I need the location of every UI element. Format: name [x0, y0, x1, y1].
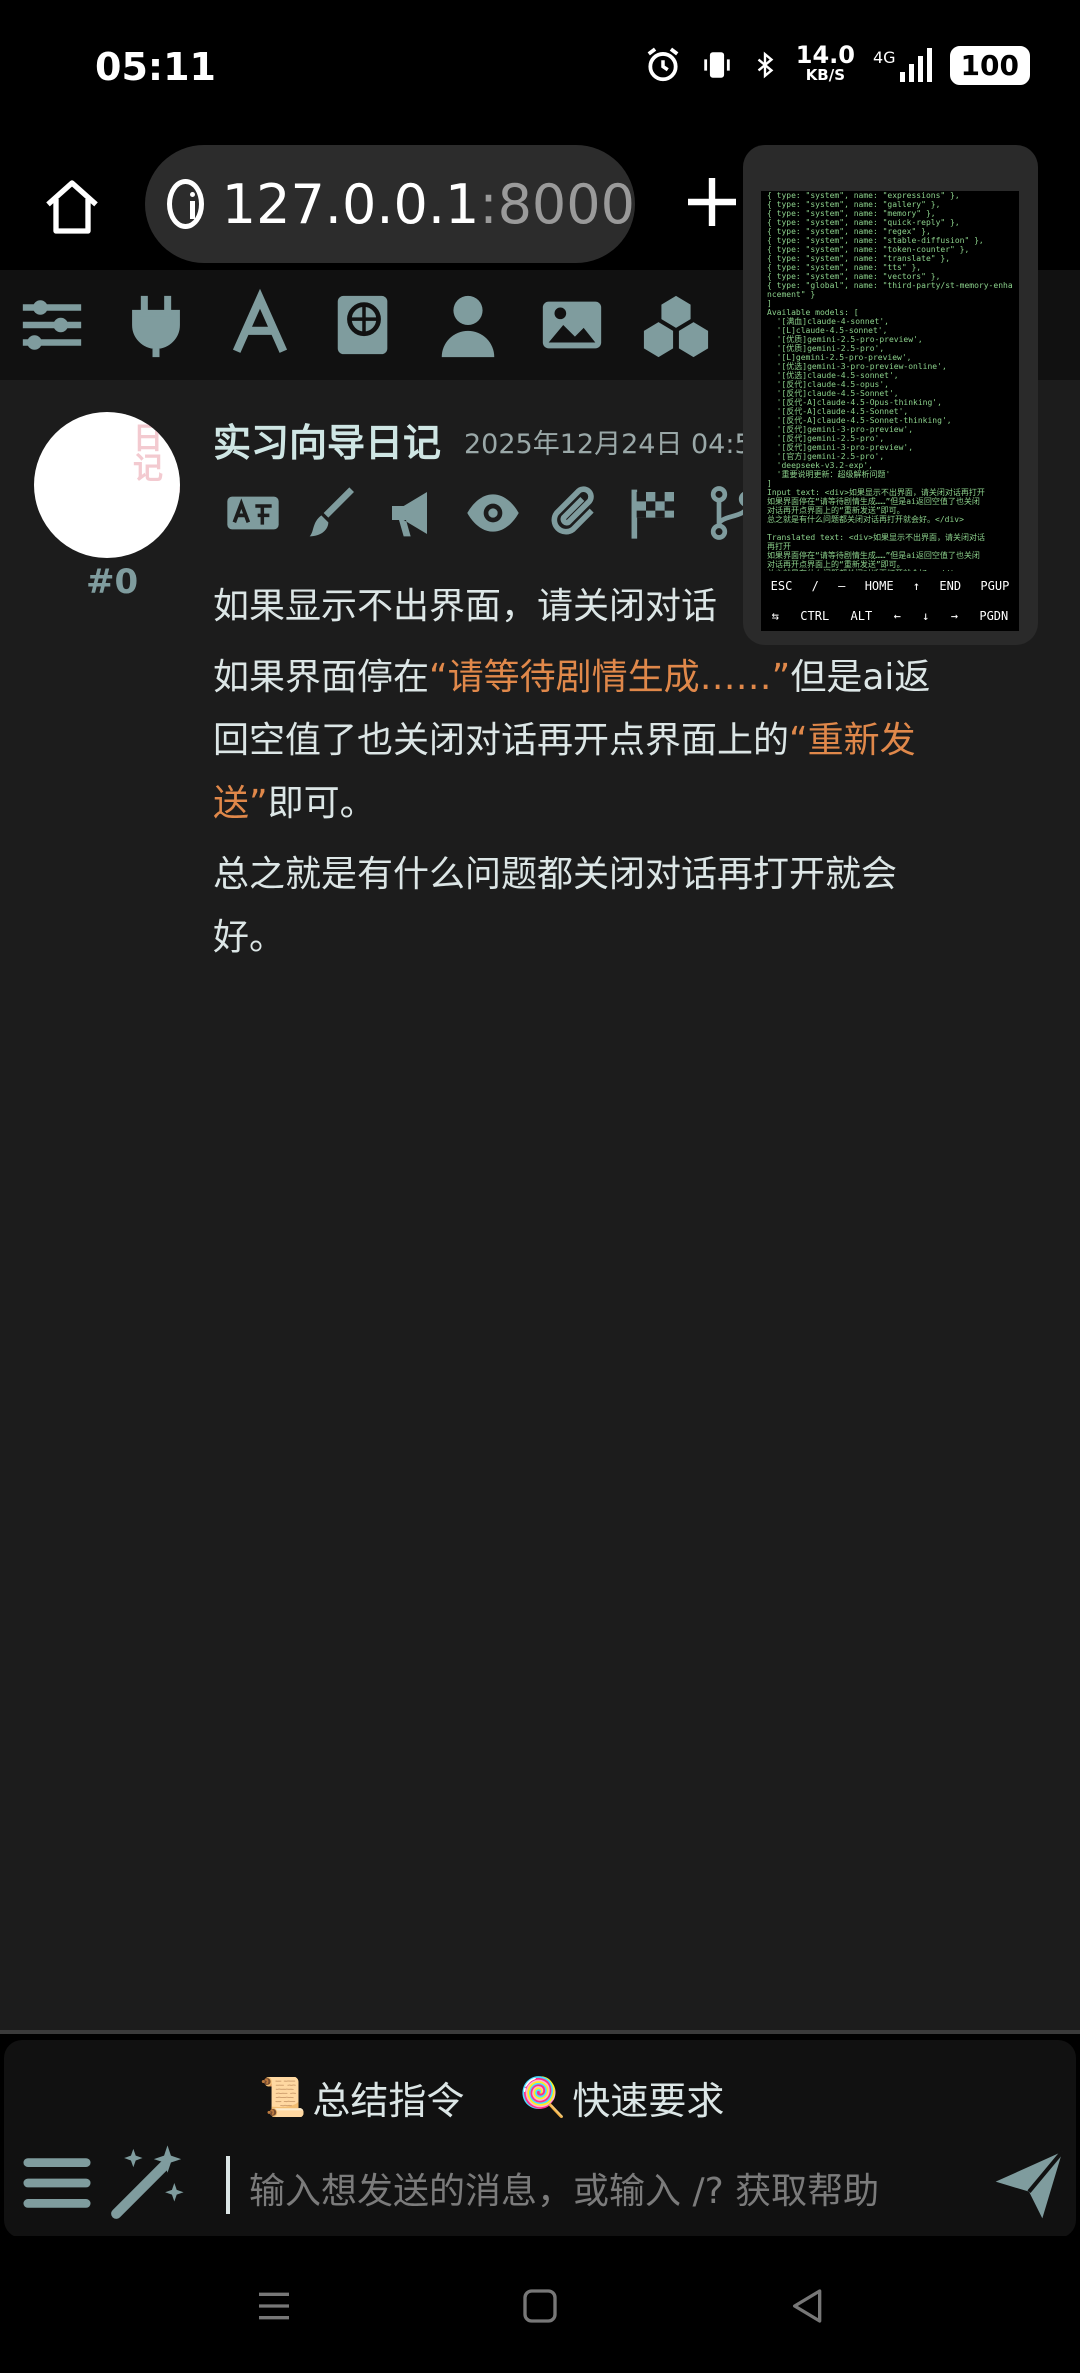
terminal-key[interactable]: ↑ [913, 579, 920, 593]
avatar[interactable]: 实习向导日记 [34, 412, 180, 558]
terminal-key[interactable]: ESC [771, 579, 793, 593]
battery-indicator: 100 [949, 45, 1030, 85]
translate-icon[interactable] [225, 485, 281, 541]
quick-reply-summary[interactable]: 📜 总结指令 [259, 2070, 464, 2125]
terminal-key[interactable]: END [939, 579, 961, 593]
character-name[interactable]: 实习向导日记 [213, 412, 441, 467]
message-paragraph-3: 总之就是有什么问题都关闭对话再打开就会好。 [213, 854, 898, 958]
sliders-icon[interactable] [17, 285, 87, 365]
system-nav-bar [0, 2236, 1080, 2373]
terminal-key[interactable]: ← [894, 609, 901, 623]
composer: 📜 总结指令 🍭 快速要求 输入想发送的消息，或输入 /? 获取帮助 [0, 2030, 1080, 2240]
message-id: #0 [86, 562, 139, 602]
user-icon[interactable] [433, 285, 503, 365]
terminal-key[interactable]: ⇆ [772, 609, 779, 623]
terminal-key[interactable]: ALT [851, 609, 873, 623]
terminal-output: { type: "system", name: "expressions" },… [767, 191, 1013, 587]
eye-icon[interactable] [465, 485, 521, 541]
brush-icon[interactable] [305, 485, 361, 541]
terminal-key[interactable]: CTRL [800, 609, 829, 623]
plug-icon[interactable] [121, 285, 191, 365]
url-port: :8000 [479, 172, 635, 236]
quick-reply-request[interactable]: 🍭 快速要求 [519, 2070, 724, 2125]
quoted-text: “请等待剧情生成……” [429, 657, 791, 698]
terminal-pip-window[interactable]: { type: "system", name: "expressions" },… [743, 145, 1038, 645]
home-icon[interactable] [40, 175, 104, 239]
new-tab-icon[interactable] [680, 170, 744, 234]
terminal-key[interactable]: PGDN [979, 609, 1008, 623]
address-bar[interactable]: 127.0.0.1:8000 [145, 145, 635, 263]
alarm-icon [647, 47, 679, 82]
menu-icon[interactable] [22, 2148, 92, 2218]
terminal-key[interactable]: PGUP [980, 579, 1009, 593]
message-timestamp: 2025年12月24日 04:59 [464, 429, 769, 460]
paperclip-icon[interactable] [545, 485, 601, 541]
text-cursor [226, 2156, 230, 2214]
terminal-key[interactable]: / [812, 579, 819, 593]
status-bar: 05:11 14.0 KB/S 4G 100 [0, 0, 1080, 140]
extensions-icon[interactable] [641, 285, 711, 365]
image-icon[interactable] [537, 285, 607, 365]
status-time: 05:11 [95, 45, 216, 89]
terminal-key[interactable]: — [838, 579, 845, 593]
terminal-extra-keys: ESC / — HOME ↑ END PGUP ⇆ CTRL ALT ← ↓ → PGDN [761, 571, 1019, 631]
url-host: 127.0.0.1 [221, 172, 480, 236]
vibrate-icon [704, 52, 730, 78]
terminal-screen[interactable]: { type: "system", name: "expressions" },… [761, 191, 1019, 631]
back-icon[interactable] [788, 2286, 828, 2326]
nav-home-icon[interactable] [520, 2286, 560, 2326]
message-input[interactable]: 输入想发送的消息，或输入 /? 获取帮助 [249, 2162, 879, 2214]
font-icon[interactable] [225, 285, 295, 365]
recents-icon[interactable] [254, 2286, 294, 2326]
status-icons: 14.0 KB/S 4G 100 [644, 41, 1030, 85]
world-book-icon[interactable] [329, 285, 399, 365]
terminal-key[interactable]: HOME [865, 579, 894, 593]
send-icon[interactable] [989, 2145, 1069, 2225]
network-speed: 14.0 KB/S [795, 41, 855, 84]
terminal-key[interactable]: → [951, 609, 958, 623]
message-actions [225, 485, 761, 541]
terminal-key[interactable]: ↓ [922, 609, 929, 623]
megaphone-icon[interactable] [385, 485, 441, 541]
site-info-icon[interactable] [167, 179, 204, 229]
message-paragraph-2: 如果界面停在“请等待剧情生成……”但是ai返回空值了也关闭对话再开点界面上的“重… [213, 657, 931, 824]
signal-icon: 4G [873, 48, 932, 82]
flag-checkered-icon[interactable] [625, 485, 681, 541]
bluetooth-icon [757, 51, 774, 79]
magic-wand-icon[interactable] [106, 2142, 188, 2224]
